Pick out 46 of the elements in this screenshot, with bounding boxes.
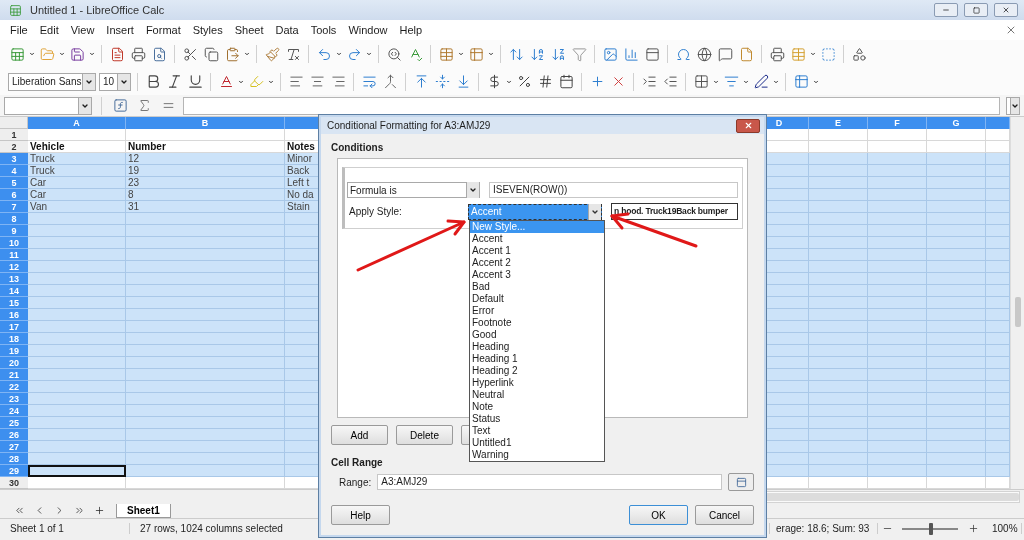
menu-item[interactable]: File xyxy=(4,24,34,36)
section-heading: Conditions xyxy=(331,142,384,153)
range-label: Range: xyxy=(339,476,372,488)
row-header[interactable]: 30 xyxy=(0,477,28,489)
font-size-field[interactable]: 10 xyxy=(99,72,131,91)
menu-item[interactable]: Help xyxy=(393,24,429,36)
menu-item[interactable]: Format xyxy=(139,24,187,36)
table-cell: Car xyxy=(28,177,126,189)
menu-item[interactable]: Sheet xyxy=(228,24,270,36)
table-cell: Van xyxy=(28,201,126,213)
menu-item[interactable]: Window xyxy=(342,24,394,36)
table-cell: Truck xyxy=(28,153,126,165)
menu-item[interactable]: Tools xyxy=(304,24,343,36)
table-cell: 23 xyxy=(126,177,285,189)
condition-type-dropdown[interactable]: Formula is xyxy=(347,182,480,198)
table-cell: 12 xyxy=(126,153,285,165)
add-button[interactable]: Add xyxy=(331,425,388,445)
menu-item[interactable]: Styles xyxy=(186,24,229,36)
menu-item[interactable]: View xyxy=(64,24,101,36)
window-title: Untitled 1 - LibreOffice Calc xyxy=(30,4,166,16)
sum-info: erage: 18.6; Sum: 93 xyxy=(770,523,878,534)
help-button[interactable]: Help xyxy=(331,505,390,525)
table-cell: Vehicle xyxy=(28,141,126,153)
delete-button[interactable]: Delete xyxy=(396,425,453,445)
menu-item[interactable]: Data xyxy=(269,24,305,36)
row-header[interactable]: 2 xyxy=(0,141,28,153)
table-cell: 31 xyxy=(126,201,285,213)
table-cell: 19 xyxy=(126,165,285,177)
style-preview: n hood. Truck19Back bumper xyxy=(611,203,738,220)
table-cell: Number xyxy=(126,141,285,153)
dialog-title: Conditional Formatting for A3:AMJ29 xyxy=(327,120,492,131)
formula-field[interactable]: ISEVEN(ROW()) xyxy=(489,182,738,198)
font-name-field[interactable]: Liberation Sans xyxy=(8,72,96,91)
range-field[interactable]: A3:AMJ29 xyxy=(377,474,722,490)
sheet-tab[interactable]: Sheet1 xyxy=(116,503,171,518)
menu-item[interactable]: Edit xyxy=(33,24,65,36)
section-heading: Cell Range xyxy=(331,457,383,468)
menu-item[interactable]: Insert xyxy=(100,24,140,36)
table-cell: 8 xyxy=(126,189,285,201)
row-header[interactable]: 1 xyxy=(0,129,28,141)
cancel-button[interactable]: Cancel xyxy=(695,505,754,525)
ok-button[interactable]: OK xyxy=(629,505,688,525)
table-cell: Truck xyxy=(28,165,126,177)
sheet-count: Sheet 1 of 1 xyxy=(0,523,130,534)
zoom-level: 100% xyxy=(982,523,1022,534)
table-cell: Car xyxy=(28,189,126,201)
